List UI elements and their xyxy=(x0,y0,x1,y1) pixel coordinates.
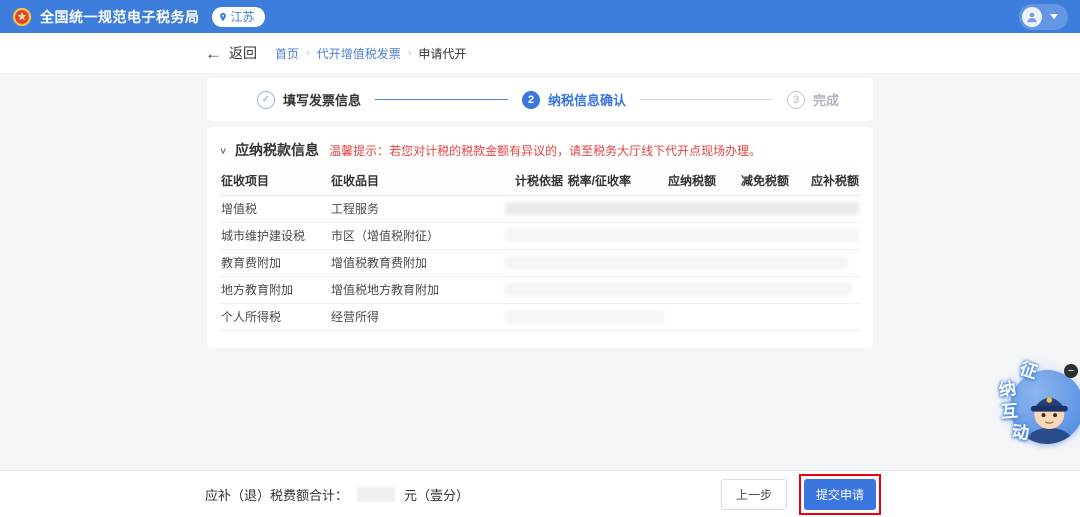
back-arrow-icon: ← xyxy=(205,43,222,63)
region-label: 江苏 xyxy=(230,10,255,24)
redacted-values xyxy=(505,229,859,242)
cell-levy-category: 工程服务 xyxy=(329,195,503,223)
previous-step-button[interactable]: 上一步 xyxy=(720,478,787,510)
col-header-tax-reduction: 减免税额 xyxy=(718,167,791,196)
table-row: 增值税 工程服务 xyxy=(219,195,861,223)
breadcrumb-bar: ← 返回 首页 › 代开增值税发票 › 申请代开 xyxy=(0,33,1080,73)
redacted-total-amount xyxy=(357,486,396,502)
cell-levy-item: 地方教育附加 xyxy=(219,276,329,304)
cell-levy-category: 市区（增值税附征） xyxy=(329,222,503,250)
caret-down-icon xyxy=(1050,14,1058,19)
redacted-values xyxy=(505,310,665,323)
col-header-levy-category: 征收品目 xyxy=(329,167,503,196)
stepper-card: ✓ 填写发票信息 2 纳税信息确认 3 完成 xyxy=(207,78,873,121)
section-header: ∨ 应纳税款信息 温馨提示：若您对计税的税款金额有异议的，请至税务大厅线下代开点… xyxy=(219,139,861,161)
breadcrumb-separator-icon: › xyxy=(407,47,412,59)
col-header-levy-item: 征收项目 xyxy=(219,167,329,196)
app-header: 全国统一规范电子税务局 江苏 xyxy=(0,0,1080,33)
step-number: 2 xyxy=(522,90,540,109)
breadcrumb-invoice-issue[interactable]: 代开增值税发票 xyxy=(317,45,401,62)
table-row: 教育费附加 增值税教育费附加 xyxy=(219,249,861,277)
minimize-icon[interactable]: − xyxy=(1064,364,1078,378)
progress-stepper: ✓ 填写发票信息 2 纳税信息确认 3 完成 xyxy=(207,78,873,121)
breadcrumb-home[interactable]: 首页 xyxy=(275,45,299,62)
step-number: 3 xyxy=(787,90,805,109)
submit-application-button[interactable]: 提交申请 xyxy=(803,478,876,510)
cell-levy-category: 经营所得 xyxy=(329,303,503,331)
table-row: 城市维护建设税 市区（增值税附征） xyxy=(219,222,861,250)
cell-levy-category: 增值税地方教育附加 xyxy=(329,276,503,304)
cell-values xyxy=(503,222,861,250)
region-badge[interactable]: 江苏 xyxy=(211,6,265,27)
user-menu[interactable] xyxy=(1019,3,1068,30)
user-avatar-icon xyxy=(1022,6,1042,27)
step-complete: 3 完成 xyxy=(787,90,839,109)
stepper-connector xyxy=(375,99,508,100)
app-title: 全国统一规范电子税务局 xyxy=(40,8,200,25)
cell-levy-category: 增值税教育费附加 xyxy=(329,249,503,277)
collapse-caret-icon[interactable]: ∨ xyxy=(219,145,227,156)
cell-levy-item: 增值税 xyxy=(219,195,329,223)
total-amount-group: 应补（退）税费额合计： 元（壹分） xyxy=(205,485,469,504)
total-unit: 元（壹分） xyxy=(404,487,470,503)
tax-interaction-widget: − 征 纳 互 动 xyxy=(974,356,1080,456)
col-header-tax-basis: 计税依据 xyxy=(503,167,565,196)
back-button[interactable]: ← 返回 xyxy=(205,43,257,63)
total-label: 应补（退）税费额合计： xyxy=(205,487,349,503)
footer-actions: 上一步 提交申请 xyxy=(720,473,881,515)
cell-values xyxy=(503,303,861,331)
back-label: 返回 xyxy=(229,45,257,61)
step-confirm-tax-info: 2 纳税信息确认 xyxy=(522,90,626,109)
step-label: 纳税信息确认 xyxy=(548,93,627,108)
location-pin-icon xyxy=(219,12,226,21)
col-header-tax-rate: 税率/征收率 xyxy=(565,167,633,196)
cell-values xyxy=(503,249,861,277)
cell-levy-item: 教育费附加 xyxy=(219,249,329,277)
cell-levy-item: 个人所得税 xyxy=(219,303,329,331)
step-label: 填写发票信息 xyxy=(283,93,362,108)
breadcrumb: 首页 › 代开增值税发票 › 申请代开 xyxy=(275,45,466,62)
tax-bureau-emblem-icon xyxy=(12,7,32,27)
redacted-values xyxy=(505,283,852,296)
table-row: 地方教育附加 增值税地方教育附加 xyxy=(219,276,861,304)
annotation-highlight-box: 提交申请 xyxy=(798,473,881,515)
col-header-tax-payable: 应纳税额 xyxy=(633,167,718,196)
breadcrumb-separator-icon: › xyxy=(306,47,310,59)
tax-info-card: ∨ 应纳税款信息 温馨提示：若您对计税的税款金额有异议的，请至税务大厅线下代开点… xyxy=(207,127,873,348)
action-footer: 应补（退）税费额合计： 元（壹分） 上一步 提交申请 xyxy=(0,470,1080,517)
section-title: 应纳税款信息 xyxy=(235,142,320,158)
tax-table: 征收项目 征收品目 计税依据 税率/征收率 应纳税额 减免税额 应补税额 增值税… xyxy=(219,167,861,331)
warning-text: 温馨提示：若您对计税的税款金额有异议的，请至税务大厅线下代开点现场办理。 xyxy=(329,143,762,158)
redacted-values xyxy=(505,202,859,215)
table-row: 个人所得税 经营所得 xyxy=(219,303,861,331)
tax-officer-mascot-icon[interactable] xyxy=(1010,370,1080,444)
stepper-connector xyxy=(640,99,773,100)
breadcrumb-current: 申请代开 xyxy=(418,46,467,61)
table-header-row: 征收项目 征收品目 计税依据 税率/征收率 应纳税额 减免税额 应补税额 xyxy=(219,167,861,196)
col-header-tax-due: 应补税额 xyxy=(791,167,861,196)
cell-values xyxy=(503,276,861,304)
cell-levy-item: 城市维护建设税 xyxy=(219,222,329,250)
step-fill-invoice-info: ✓ 填写发票信息 xyxy=(257,90,361,109)
step-label: 完成 xyxy=(813,93,840,108)
cell-values xyxy=(503,195,861,223)
redacted-values xyxy=(505,256,849,269)
step-check-icon: ✓ xyxy=(257,90,275,109)
